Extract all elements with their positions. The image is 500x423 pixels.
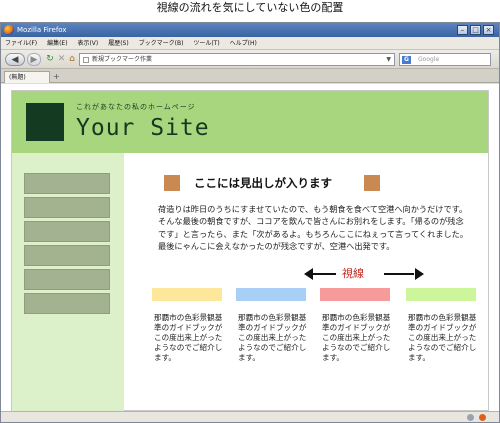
color-bar-yellow (152, 288, 222, 301)
site-header: これがあなたの私のホームページ Your Site (12, 91, 488, 153)
page-icon (83, 57, 89, 63)
home-icon[interactable]: ⌂ (67, 53, 77, 66)
color-bar-green (406, 288, 476, 301)
site-logo (26, 103, 64, 141)
menu-tools[interactable]: ツール(T) (189, 37, 223, 50)
section-heading: ここには見出しが入ります (194, 176, 332, 190)
sidebar (12, 153, 124, 411)
sidebar-item[interactable] (24, 221, 110, 242)
color-bar-blue (236, 288, 306, 301)
sidebar-item[interactable] (24, 269, 110, 290)
new-tab-button[interactable]: + (53, 71, 60, 82)
google-icon[interactable]: G (402, 56, 411, 64)
menu-bookmarks[interactable]: ブックマーク(B) (135, 37, 188, 50)
column-text: 那覇市の色彩景観基準のガイドブックがこの度出来上がったようなのでご紹介します。 (154, 313, 223, 362)
reload-icon[interactable]: ↻ (45, 53, 55, 66)
maximize-button[interactable]: □ (470, 25, 481, 35)
body-paragraph: 荷造りは昨日のうちにすませていたので、もう朝食を食べて空港へ向かうだけです。そん… (158, 204, 469, 252)
page-viewport: これがあなたの私のホームページ Your Site ここには見出しが入ります 荷… (1, 84, 499, 411)
column-text: 那覇市の色彩景観基準のガイドブックがこの度出来上がったようなのでご紹介します。 (238, 313, 307, 362)
browser-window: Mozilla Firefox – □ × ファイル(F) 編集(E) 表示(V… (0, 22, 500, 423)
heading-row: ここには見出しが入ります (144, 175, 484, 191)
chevron-down-icon[interactable]: ▼ (386, 54, 391, 66)
menu-bar: ファイル(F) 編集(E) 表示(V) 履歴(S) ブックマーク(B) ツール(… (1, 37, 499, 50)
column-text: 那覇市の色彩景観基準のガイドブックがこの度出来上がったようなのでご紹介します。 (408, 313, 477, 362)
search-placeholder: Google (418, 56, 440, 63)
minimize-button[interactable]: – (457, 25, 468, 35)
sidebar-item[interactable] (24, 197, 110, 218)
heading-square-left (164, 175, 180, 191)
arrow-right-icon (415, 268, 424, 280)
color-bar-red (320, 288, 390, 301)
window-title: Mozilla Firefox (17, 26, 67, 34)
close-button[interactable]: × (483, 25, 494, 35)
website-mockup: これがあなたの私のホームページ Your Site ここには見出しが入ります 荷… (11, 90, 489, 411)
title-bar: Mozilla Firefox – □ × (1, 23, 499, 37)
menu-edit[interactable]: 編集(E) (43, 37, 71, 50)
sightline-label: 視線 (342, 267, 364, 280)
arrow-line-left (312, 273, 336, 275)
site-tagline: これがあなたの私のホームページ (76, 103, 196, 111)
main-content: ここには見出しが入ります 荷造りは昨日のうちにすませていたので、もう朝食を食べて… (124, 153, 488, 411)
back-button[interactable]: ◀ (5, 53, 25, 66)
addon-icon[interactable] (479, 414, 486, 421)
status-icon[interactable] (467, 414, 474, 421)
arrow-line-right (384, 273, 414, 275)
menu-history[interactable]: 履歴(S) (104, 37, 133, 50)
tab-bar: (無題) + (1, 69, 499, 83)
address-bar[interactable]: 新規ブックマーク作業 ▼ (79, 53, 395, 66)
firefox-icon (4, 25, 14, 35)
tab-untitled[interactable]: (無題) (4, 71, 50, 83)
address-text: 新規ブックマーク作業 (92, 56, 153, 63)
status-bar (1, 411, 499, 422)
heading-square-right (364, 175, 380, 191)
page-caption: 視線の流れを気にしていない色の配置 (156, 1, 344, 14)
sidebar-item[interactable] (24, 245, 110, 266)
navigation-toolbar: ◀ ▶ ↻ ✕ ⌂ 新規ブックマーク作業 ▼ G Google (1, 50, 499, 69)
forward-button[interactable]: ▶ (27, 53, 41, 66)
stop-icon[interactable]: ✕ (57, 53, 66, 66)
sightline-arrow: 視線 (304, 263, 424, 283)
menu-view[interactable]: 表示(V) (73, 37, 102, 50)
sidebar-item[interactable] (24, 293, 110, 314)
sidebar-item[interactable] (24, 173, 110, 194)
search-input[interactable]: G Google (399, 53, 491, 66)
site-title: Your Site (76, 115, 210, 141)
column-text: 那覇市の色彩景観基準のガイドブックがこの度出来上がったようなのでご紹介します。 (322, 313, 391, 362)
menu-help[interactable]: ヘルプ(H) (226, 37, 261, 50)
tab-label: (無題) (9, 74, 26, 81)
menu-file[interactable]: ファイル(F) (1, 37, 41, 50)
